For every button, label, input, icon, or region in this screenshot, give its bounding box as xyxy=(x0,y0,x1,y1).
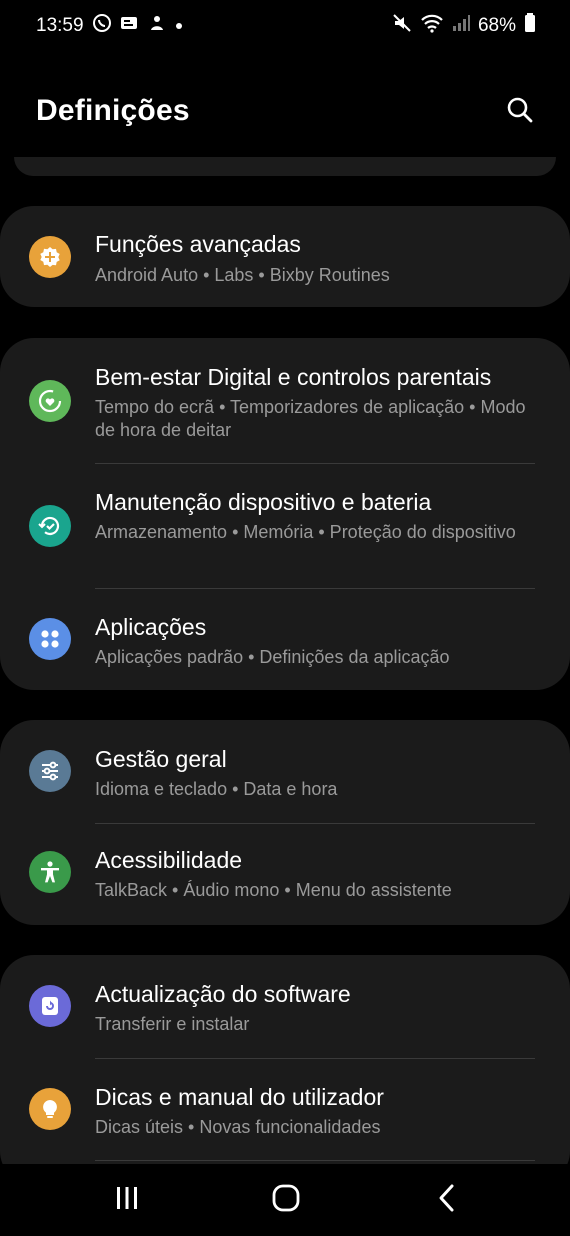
item-title: Gestão geral xyxy=(95,746,227,772)
settings-item-device-care[interactable]: Manutenção dispositivo e bateria Armazen… xyxy=(0,463,570,588)
item-subtitle: Transferir e instalar xyxy=(95,1014,250,1034)
item-title: Manutenção dispositivo e bateria xyxy=(95,489,432,515)
accessibility-icon xyxy=(29,851,71,893)
item-title: Dicas e manual do utilizador xyxy=(95,1084,384,1110)
battery-percent: 68% xyxy=(477,15,516,36)
settings-card-device: Bem-estar Digital e controlos parentais … xyxy=(0,338,570,690)
item-subtitle: Aplicações padrão • Definições da aplica… xyxy=(95,647,450,667)
bixby-icon xyxy=(148,14,166,38)
digital-wellbeing-icon xyxy=(29,380,71,422)
status-bar: 13:59 68% xyxy=(0,0,570,50)
item-subtitle: TalkBack • Áudio mono • Menu do assisten… xyxy=(95,880,452,900)
settings-item-tips[interactable]: Dicas e manual do utilizador Dicas úteis… xyxy=(0,1058,570,1160)
general-management-icon xyxy=(29,750,71,792)
search-icon xyxy=(506,96,534,129)
settings-item-apps[interactable]: Aplicações Aplicações padrão • Definiçõe… xyxy=(0,588,570,690)
wifi-icon xyxy=(420,13,444,39)
dot-icon xyxy=(174,15,184,37)
status-time: 13:59 xyxy=(36,15,84,36)
home-icon xyxy=(271,1183,301,1218)
signal-icon xyxy=(452,14,470,38)
back-button[interactable] xyxy=(425,1178,469,1222)
mute-icon xyxy=(392,13,412,39)
item-subtitle: Idioma e teclado • Data e hora xyxy=(95,779,338,799)
settings-card-support: Actualização do software Transferir e in… xyxy=(0,955,570,1185)
search-button[interactable] xyxy=(500,92,540,132)
tips-icon xyxy=(29,1088,71,1130)
software-update-icon xyxy=(29,985,71,1027)
item-title: Aplicações xyxy=(95,614,207,640)
item-title: Funções avançadas xyxy=(95,231,301,257)
settings-card-general: Gestão geral Idioma e teclado • Data e h… xyxy=(0,720,570,925)
settings-item-advanced-features[interactable]: Funções avançadas Android Auto • Labs • … xyxy=(0,206,570,307)
settings-item-digital-wellbeing[interactable]: Bem-estar Digital e controlos parentais … xyxy=(0,338,570,463)
whatsapp-icon xyxy=(92,13,112,39)
item-subtitle: Armazenamento • Memória • Proteção do di… xyxy=(95,522,516,542)
advanced-features-icon xyxy=(29,236,71,278)
item-subtitle: Android Auto • Labs • Bixby Routines xyxy=(95,265,390,285)
divider xyxy=(95,1160,535,1161)
device-care-icon xyxy=(29,505,71,547)
back-icon xyxy=(436,1183,458,1218)
item-title: Acessibilidade xyxy=(95,847,243,873)
item-subtitle: Dicas úteis • Novas funcionalidades xyxy=(95,1117,381,1137)
settings-card-advanced: Funções avançadas Android Auto • Labs • … xyxy=(0,206,570,307)
previous-card-edge xyxy=(14,157,556,176)
home-button[interactable] xyxy=(264,1178,308,1222)
battery-icon xyxy=(524,13,536,39)
navigation-bar xyxy=(0,1164,570,1236)
recents-icon xyxy=(114,1185,140,1216)
settings-item-software-update[interactable]: Actualização do software Transferir e in… xyxy=(0,955,570,1058)
settings-item-general-management[interactable]: Gestão geral Idioma e teclado • Data e h… xyxy=(0,720,570,823)
header: Definições xyxy=(0,80,570,144)
item-title: Bem-estar Digital e controlos parentais xyxy=(95,364,492,390)
item-subtitle: Tempo do ecrã • Temporizadores de aplica… xyxy=(95,397,526,440)
apps-icon xyxy=(29,618,71,660)
item-title: Actualização do software xyxy=(95,981,351,1007)
settings-item-accessibility[interactable]: Acessibilidade TalkBack • Áudio mono • M… xyxy=(0,823,570,925)
recents-button[interactable] xyxy=(105,1178,149,1222)
news-icon xyxy=(120,14,140,38)
status-right: 68% xyxy=(392,13,536,39)
page-title: Definições xyxy=(36,94,190,127)
status-left: 13:59 xyxy=(36,13,184,39)
